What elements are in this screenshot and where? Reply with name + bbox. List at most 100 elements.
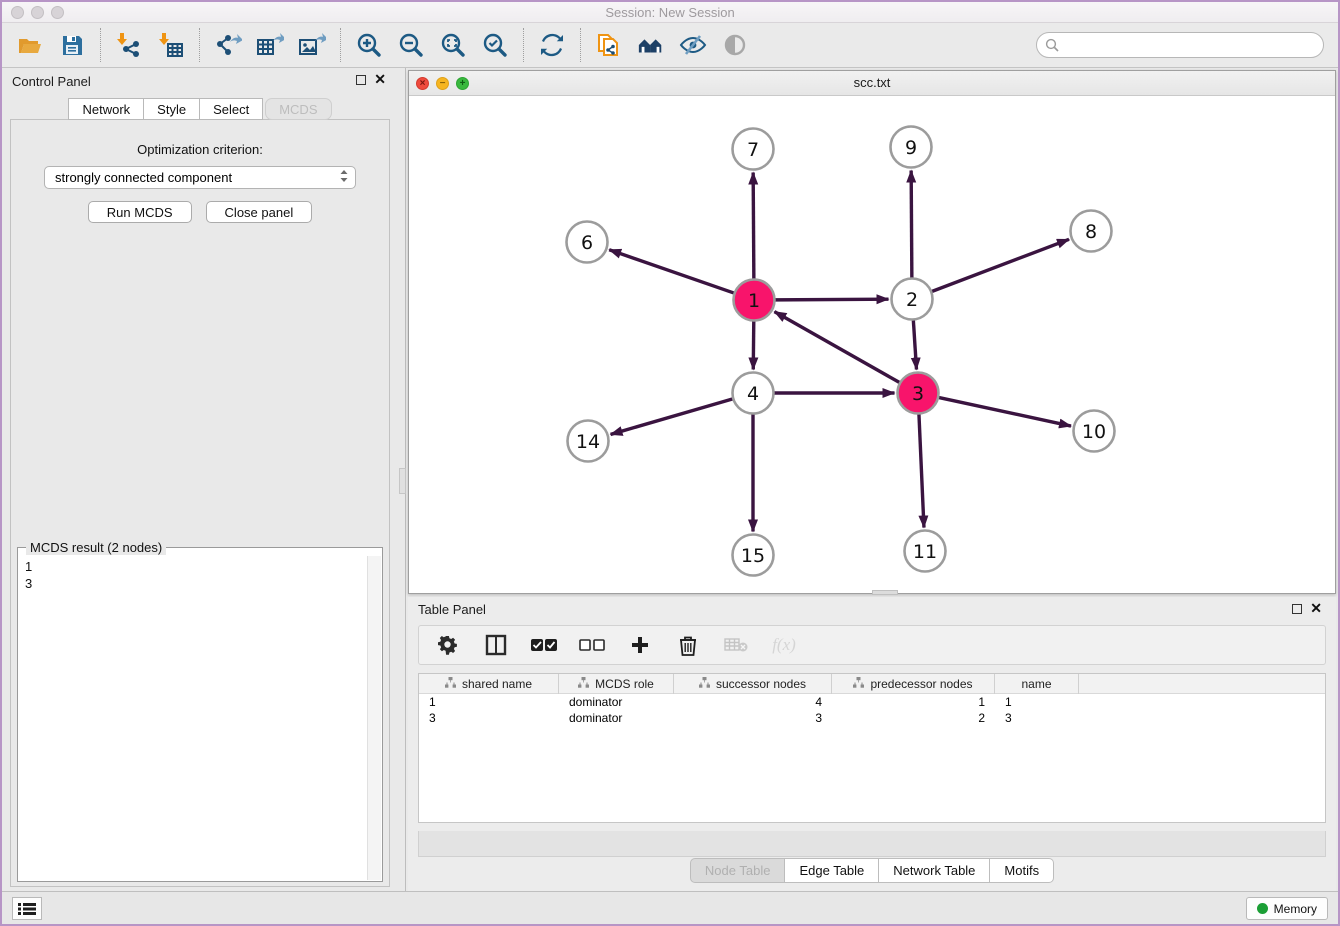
node-table-header: shared name MCDS role successor nodes prede… xyxy=(419,674,1325,694)
close-panel-icon[interactable]: ✕ xyxy=(374,72,386,86)
edge-1-2[interactable] xyxy=(775,299,888,300)
first-neighbors-icon[interactable] xyxy=(637,31,665,59)
run-mcds-button[interactable]: Run MCDS xyxy=(88,201,192,223)
tab-motifs[interactable]: Motifs xyxy=(990,858,1054,883)
settings-gear-icon[interactable] xyxy=(435,632,461,658)
search-input[interactable] xyxy=(1036,32,1324,58)
table-cell[interactable]: 1 xyxy=(832,694,995,710)
export-network-icon[interactable] xyxy=(214,31,242,59)
graph-node-label-8: 8 xyxy=(1085,221,1097,243)
tab-network-table[interactable]: Network Table xyxy=(879,858,990,883)
network-window-titlebar[interactable]: × − + scc.txt xyxy=(409,71,1335,96)
table-row[interactable]: 3dominator323 xyxy=(419,710,1325,726)
network-title: scc.txt xyxy=(409,75,1335,90)
network-view-window: × − + scc.txt 7968124314101511 xyxy=(408,70,1336,594)
edge-1-4[interactable] xyxy=(753,321,754,369)
tree-hierarchy-icon xyxy=(853,677,864,691)
select-all-icon[interactable] xyxy=(531,632,557,658)
save-session-icon[interactable] xyxy=(58,31,86,59)
table-cell[interactable]: dominator xyxy=(559,694,674,710)
mcds-result-box: MCDS result (2 nodes) 13 xyxy=(17,547,383,882)
table-row[interactable]: 1dominator411 xyxy=(419,694,1325,710)
table-footer-band xyxy=(418,831,1326,857)
column-header-MCDS-role[interactable]: MCDS role xyxy=(559,674,674,694)
mcds-result-title: MCDS result (2 nodes) xyxy=(26,540,166,555)
table-cell[interactable]: 3 xyxy=(995,710,1079,726)
edge-1-7[interactable] xyxy=(753,172,754,278)
tab-node-table[interactable]: Node Table xyxy=(690,858,786,883)
deselect-all-icon[interactable] xyxy=(579,632,605,658)
network-canvas[interactable]: 7968124314101511 xyxy=(409,96,1335,593)
column-label: predecessor nodes xyxy=(870,677,972,691)
tab-network[interactable]: Network xyxy=(68,98,144,120)
horizontal-splitter-grip[interactable] xyxy=(872,590,898,595)
graph-node-label-7: 7 xyxy=(747,139,759,161)
task-history-icon[interactable] xyxy=(12,897,42,920)
split-view-icon[interactable] xyxy=(483,632,509,658)
edge-2-3[interactable] xyxy=(913,320,916,369)
table-cell[interactable]: 4 xyxy=(674,694,832,710)
table-cell[interactable]: 3 xyxy=(674,710,832,726)
zoom-in-icon[interactable] xyxy=(355,31,383,59)
table-toolbar: f(x) xyxy=(418,625,1326,665)
edge-4-14[interactable] xyxy=(611,399,733,434)
duplicate-network-icon[interactable] xyxy=(595,31,623,59)
zoom-fit-icon[interactable] xyxy=(439,31,467,59)
column-header-predecessor-nodes[interactable]: predecessor nodes xyxy=(832,674,995,694)
session-title: Session: New Session xyxy=(2,5,1338,20)
table-cell[interactable]: dominator xyxy=(559,710,674,726)
mcds-result-scrollbar[interactable] xyxy=(367,556,381,880)
graph-node-label-1: 1 xyxy=(748,290,760,312)
zoom-out-icon[interactable] xyxy=(397,31,425,59)
column-header-successor-nodes[interactable]: successor nodes xyxy=(674,674,832,694)
column-header-shared-name[interactable]: shared name xyxy=(419,674,559,694)
mcds-result-line: 3 xyxy=(25,575,361,592)
splitter-grip[interactable] xyxy=(399,468,406,494)
export-image-icon[interactable] xyxy=(298,31,326,59)
float-table-panel-icon[interactable] xyxy=(1292,604,1302,614)
select-stepper-icon xyxy=(339,169,349,186)
control-panel: Control Panel ✕ NetworkStyleSelectMCDS O… xyxy=(2,68,398,891)
tab-mcds[interactable]: MCDS xyxy=(265,98,331,120)
float-panel-icon[interactable] xyxy=(356,75,366,85)
edge-2-8[interactable] xyxy=(932,239,1069,291)
zoom-selected-icon[interactable] xyxy=(481,31,509,59)
tab-style[interactable]: Style xyxy=(144,98,200,120)
graph-node-label-10: 10 xyxy=(1082,421,1106,443)
optimization-criterion-label: Optimization criterion: xyxy=(11,142,389,157)
show-all-icon[interactable] xyxy=(721,31,749,59)
node-table-rows: 1dominator4113dominator323 xyxy=(419,694,1325,726)
add-column-icon[interactable] xyxy=(627,632,653,658)
column-header-name[interactable]: name xyxy=(995,674,1079,694)
edge-3-11[interactable] xyxy=(919,414,924,527)
table-cell[interactable]: 1 xyxy=(995,694,1079,710)
edge-2-9[interactable] xyxy=(911,170,912,277)
hide-selected-icon[interactable] xyxy=(679,31,707,59)
tab-select[interactable]: Select xyxy=(200,98,263,120)
close-panel-button[interactable]: Close panel xyxy=(206,201,313,223)
table-cell[interactable]: 1 xyxy=(419,694,559,710)
mcds-result-text[interactable]: 13 xyxy=(19,556,367,880)
delete-column-icon[interactable] xyxy=(675,632,701,658)
delete-table-icon xyxy=(723,632,749,658)
export-table-icon[interactable] xyxy=(256,31,284,59)
column-label: MCDS role xyxy=(595,677,654,691)
optimization-criterion-select[interactable]: strongly connected component xyxy=(44,166,356,189)
tree-hierarchy-icon xyxy=(578,677,589,691)
mcds-result-line: 1 xyxy=(25,558,361,575)
tree-hierarchy-icon xyxy=(445,677,456,691)
graph-node-label-9: 9 xyxy=(905,137,917,159)
memory-button[interactable]: Memory xyxy=(1246,897,1328,920)
open-session-icon[interactable] xyxy=(16,31,44,59)
apply-layout-icon[interactable] xyxy=(538,31,566,59)
table-cell[interactable]: 3 xyxy=(419,710,559,726)
edge-3-1[interactable] xyxy=(774,312,899,383)
edge-1-6[interactable] xyxy=(609,250,733,293)
import-table-icon[interactable] xyxy=(157,31,185,59)
node-table: shared name MCDS role successor nodes prede… xyxy=(418,673,1326,823)
import-network-icon[interactable] xyxy=(115,31,143,59)
table-cell[interactable]: 2 xyxy=(832,710,995,726)
edge-3-10[interactable] xyxy=(939,398,1071,427)
close-table-panel-icon[interactable]: ✕ xyxy=(1310,601,1322,615)
tab-edge-table[interactable]: Edge Table xyxy=(785,858,879,883)
